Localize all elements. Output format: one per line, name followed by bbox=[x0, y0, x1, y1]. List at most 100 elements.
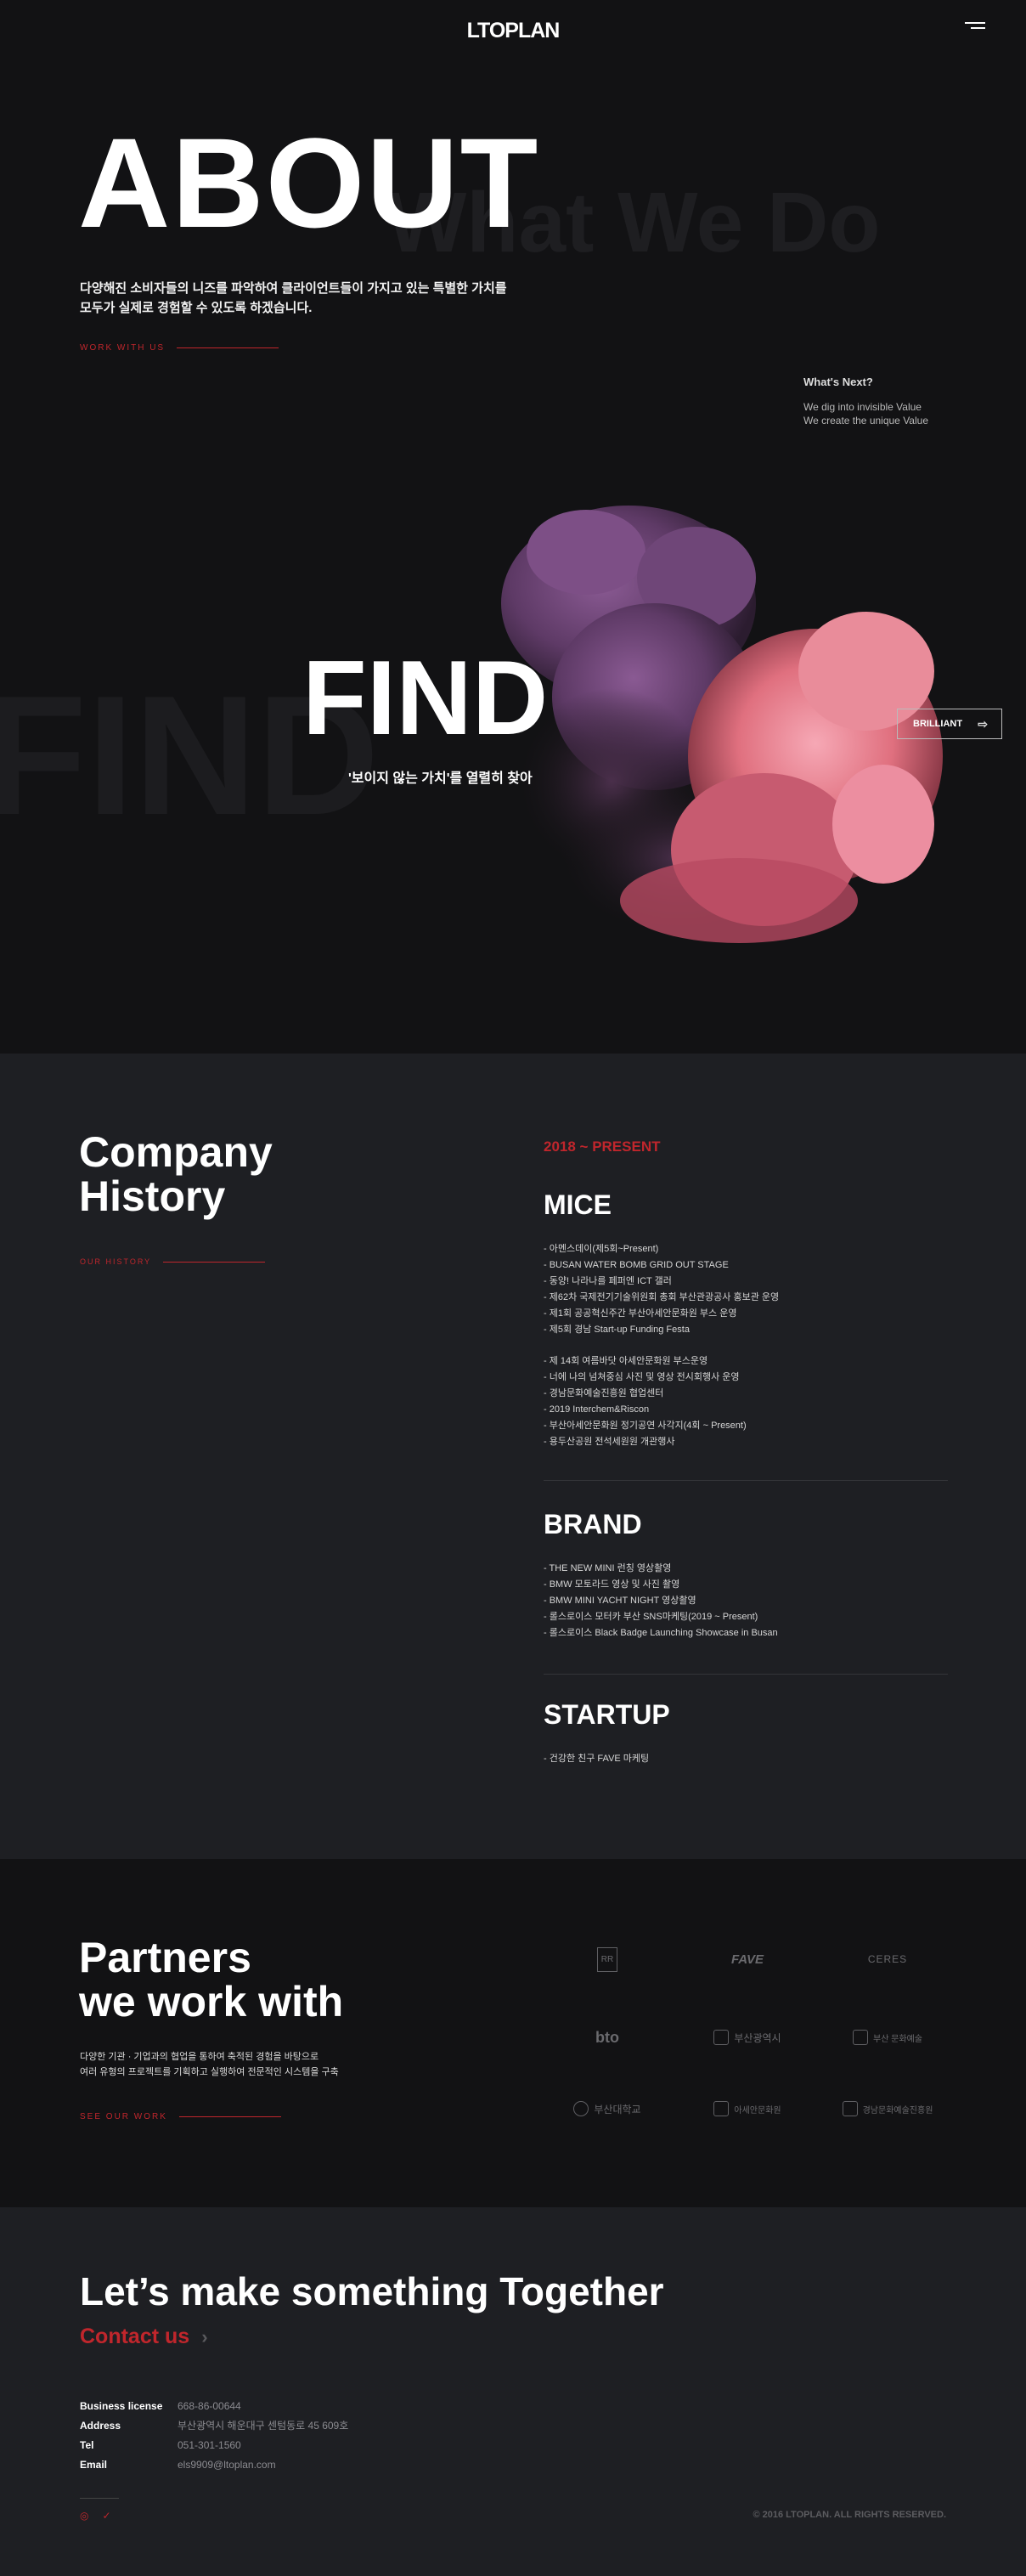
asean-logo-text: 아세안문화원 bbox=[734, 2105, 781, 2116]
our-history-link[interactable]: OUR HISTORY bbox=[80, 1257, 266, 1266]
partners-description-line: 다양한 기관 · 기업과의 협업을 통하여 축적된 경험을 바탕으로 bbox=[80, 2052, 319, 2062]
brilliant-label: BRILLIANT bbox=[913, 719, 963, 729]
info-value[interactable]: els9909@ltoplan.com bbox=[178, 2459, 276, 2471]
info-label: Tel bbox=[80, 2438, 94, 2451]
rolls-royce-logo[interactable]: RR bbox=[544, 1942, 671, 1976]
asean-logo[interactable]: 아세안문화원 bbox=[684, 2092, 811, 2126]
hero-section: LTOPLAN What We Do ABOUT 다양해진 소비자들의 니즈를 … bbox=[0, 0, 1026, 1054]
link-line bbox=[163, 1261, 266, 1263]
info-label: Business license bbox=[80, 2399, 163, 2412]
list-item: - 건강한 친구 FAVE 마케팅 bbox=[544, 1754, 650, 1764]
mice-block: MICE - 아멘스데이(제5회~Present) - BUSAN WATER … bbox=[544, 1189, 948, 1450]
partners-title: Partners we work with bbox=[79, 1935, 343, 2024]
list-item: - 동양! 나라나를 페퍼엔 ICT 갤러 bbox=[544, 1276, 672, 1286]
social-links: ◎ ✓ bbox=[80, 2510, 111, 2522]
art-school-logo-text: 부산 문화예술 bbox=[873, 2034, 922, 2044]
contact-us-label: Contact us bbox=[80, 2325, 190, 2348]
whats-next-block: What's Next? We dig into invisible Value… bbox=[803, 376, 928, 427]
page-title: ABOUT bbox=[78, 111, 540, 254]
see-our-work-link[interactable]: SEE OUR WORK bbox=[80, 2112, 281, 2121]
vimeo-icon[interactable]: ✓ bbox=[102, 2510, 110, 2522]
bto-logo[interactable]: bto bbox=[544, 2020, 671, 2054]
hero-description: 다양해진 소비자들의 니즈를 파악하여 클라이언트들이 가지고 있는 특별한 가… bbox=[80, 279, 507, 318]
list-item: - BMW MINI YACHT NIGHT 영상촬영 bbox=[544, 1596, 696, 1606]
mice-title: MICE bbox=[544, 1189, 612, 1220]
site-logo[interactable]: LTOPLAN bbox=[0, 19, 1026, 43]
info-value[interactable]: 051-301-1560 bbox=[178, 2439, 241, 2451]
rolls-royce-logo-text: RR bbox=[596, 1946, 618, 1972]
startup-block: STARTUP - 건강한 친구 FAVE 마케팅 bbox=[544, 1699, 948, 1767]
mice-list-2: - 제 14회 여름바닷 아세안문화원 부스운영 - 너에 나의 넘쳐중심 사진… bbox=[544, 1353, 948, 1450]
gyeongnam-logo[interactable]: 경남문화예술진흥원 bbox=[824, 2092, 951, 2126]
busan-city-logo-text: 부산광역시 bbox=[734, 2031, 781, 2044]
info-value: 668-86-00644 bbox=[178, 2399, 241, 2412]
list-item: - 제5회 경남 Start-up Funding Festa bbox=[544, 1325, 690, 1335]
list-item: - 롤스로이스 모터카 부산 SNS마케팅(2019 ~ Present) bbox=[544, 1612, 758, 1622]
fave-logo-text: FAVE bbox=[730, 1952, 764, 1967]
partners-description: 다양한 기관 · 기업과의 협업을 통하여 축적된 경험을 바탕으로 여러 유형… bbox=[80, 2049, 339, 2080]
work-with-us-label: WORK WITH US bbox=[80, 343, 166, 353]
history-title: Company History bbox=[79, 1130, 273, 1218]
list-item: - 제 14회 여름바닷 아세안문화원 부스운영 bbox=[544, 1356, 708, 1366]
pnu-mark-icon bbox=[573, 2101, 589, 2116]
info-row: Tel 051-301-1560 bbox=[80, 2435, 348, 2455]
hero-description-line: 다양해진 소비자들의 니즈를 파악하여 클라이언트들이 가지고 있는 특별한 가… bbox=[80, 281, 507, 296]
list-item: - 롤스로이스 Black Badge Launching Showcase i… bbox=[544, 1628, 778, 1638]
hamburger-menu-icon[interactable] bbox=[965, 22, 985, 36]
info-row: Address 부산광역시 해운대구 센텀동로 45 609호 bbox=[80, 2415, 348, 2435]
divider bbox=[544, 1674, 948, 1675]
ceres-logo[interactable]: CERES bbox=[824, 1942, 951, 1976]
partners-section: Partners we work with 다양한 기관 · 기업과의 협업을 … bbox=[0, 1859, 1026, 2207]
brand-list: - THE NEW MINI 런칭 영상촬영 - BMW 모토라드 영상 및 사… bbox=[544, 1561, 948, 1641]
busan-city-mark-icon bbox=[713, 2030, 730, 2045]
contact-section: Let’s make something Together Contact us… bbox=[0, 2207, 1026, 2576]
art-school-logo[interactable]: 부산 문화예술 bbox=[824, 2020, 951, 2054]
info-row: Email els9909@ltoplan.com bbox=[80, 2455, 348, 2474]
whats-next-line: We create the unique Value bbox=[803, 415, 928, 427]
partners-title-line: Partners bbox=[79, 1934, 251, 1981]
gyeongnam-mark-icon bbox=[842, 2101, 858, 2116]
list-item: - 너에 나의 넘쳐중심 사진 및 영상 전시회행사 운영 bbox=[544, 1372, 740, 1382]
partner-logo-grid: RR FAVE CERES bto 부산광역시 부산 문화예술 부산대학교 아세… bbox=[544, 1942, 951, 2138]
gyeongnam-logo-text: 경남문화예술진흥원 bbox=[862, 2105, 933, 2116]
see-our-work-label: SEE OUR WORK bbox=[80, 2112, 167, 2121]
art-school-mark-icon bbox=[853, 2030, 868, 2045]
hero-description-line: 모두가 실제로 경험할 수 있도록 하겠습니다. bbox=[80, 301, 313, 315]
whats-next-title: What's Next? bbox=[803, 376, 873, 388]
pnu-logo-text: 부산대학교 bbox=[594, 2103, 641, 2116]
footer-divider bbox=[80, 2498, 119, 2499]
list-item: - 아멘스데이(제5회~Present) bbox=[544, 1244, 659, 1254]
contact-title: Let’s make something Together bbox=[80, 2269, 664, 2313]
our-history-label: OUR HISTORY bbox=[80, 1257, 152, 1266]
info-label: Address bbox=[80, 2419, 121, 2432]
brilliant-button[interactable]: BRILLIANT ⇨ bbox=[897, 709, 1002, 739]
list-item: - BMW 모토라드 영상 및 사진 촬영 bbox=[544, 1579, 680, 1590]
chevron-right-icon: › bbox=[201, 2325, 208, 2347]
startup-title: STARTUP bbox=[544, 1699, 670, 1730]
bto-logo-text: bto bbox=[595, 2028, 619, 2046]
list-item: - 경남문화예술진흥원 협업센터 bbox=[544, 1388, 664, 1398]
list-item: - 부산아세안문화원 정기공연 사각지(4회 ~ Present) bbox=[544, 1421, 747, 1431]
arrow-right-icon: ⇨ bbox=[978, 716, 988, 731]
whats-next-line: We dig into invisible Value bbox=[803, 401, 922, 413]
history-title-line: Company bbox=[79, 1128, 273, 1176]
brand-block: BRAND - THE NEW MINI 런칭 영상촬영 - BMW 모토라드 … bbox=[544, 1509, 948, 1641]
instagram-icon[interactable]: ◎ bbox=[80, 2510, 88, 2522]
fave-logo[interactable]: FAVE bbox=[684, 1942, 811, 1976]
brand-title: BRAND bbox=[544, 1509, 642, 1539]
busan-city-logo[interactable]: 부산광역시 bbox=[684, 2020, 811, 2054]
link-line bbox=[177, 347, 279, 348]
work-with-us-link[interactable]: WORK WITH US bbox=[80, 343, 279, 353]
list-item: - 2019 Interchem&Riscon bbox=[544, 1404, 650, 1415]
contact-us-link[interactable]: Contact us › bbox=[80, 2325, 208, 2349]
info-value: 부산광역시 해운대구 센텀동로 45 609호 bbox=[178, 2420, 349, 2432]
list-item: - 제62차 국제전기기술위원회 총회 부산관광공사 홍보관 운영 bbox=[544, 1292, 780, 1302]
ceres-logo-text: CERES bbox=[867, 1953, 908, 1965]
list-item: - 제1회 공공혁신주간 부산아세안문화원 부스 운영 bbox=[544, 1308, 737, 1319]
divider bbox=[544, 1480, 948, 1481]
company-info: Business license 668-86-00644 Address 부산… bbox=[80, 2396, 348, 2474]
list-item: - 용두산공원 전석세원원 개관행사 bbox=[544, 1437, 675, 1447]
partners-description-line: 여러 유형의 프로젝트를 기획하고 실행하여 전문적인 시스템을 구축 bbox=[80, 2067, 339, 2077]
pnu-logo[interactable]: 부산대학교 bbox=[544, 2092, 671, 2126]
history-period: 2018 ~ PRESENT bbox=[544, 1138, 661, 1155]
